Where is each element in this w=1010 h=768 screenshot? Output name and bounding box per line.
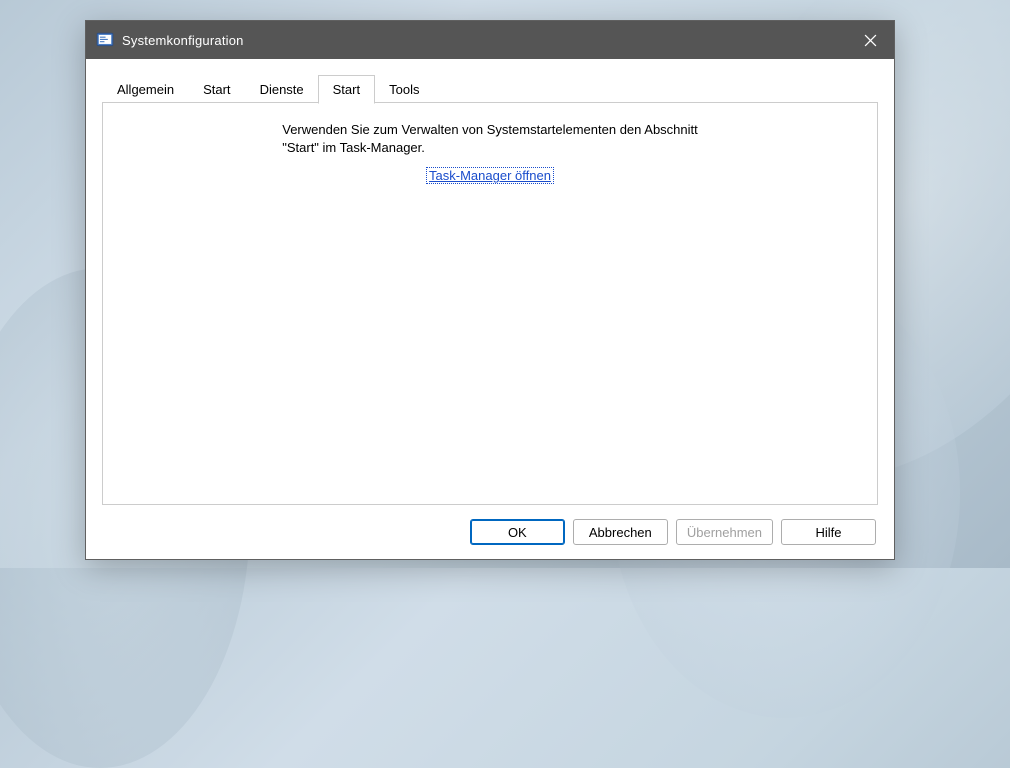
tab-boot[interactable]: Start bbox=[188, 75, 245, 103]
close-button[interactable] bbox=[846, 21, 894, 59]
dialog-button-bar: OK Abbrechen Übernehmen Hilfe bbox=[86, 505, 894, 559]
help-button[interactable]: Hilfe bbox=[781, 519, 876, 545]
system-config-dialog: Systemkonfiguration Allgemein Start Dien… bbox=[85, 20, 895, 560]
tab-content-container: Verwenden Sie zum Verwalten von Systemst… bbox=[102, 102, 878, 505]
tab-startup[interactable]: Start bbox=[318, 75, 375, 104]
cancel-button[interactable]: Abbrechen bbox=[573, 519, 668, 545]
startup-message-line1: Verwenden Sie zum Verwalten von Systemst… bbox=[282, 122, 698, 137]
titlebar: Systemkonfiguration bbox=[86, 21, 894, 59]
apply-button[interactable]: Übernehmen bbox=[676, 519, 773, 545]
close-icon bbox=[864, 34, 877, 47]
startup-message: Verwenden Sie zum Verwalten von Systemst… bbox=[282, 121, 698, 157]
startup-message-line2: "Start" im Task-Manager. bbox=[282, 140, 425, 155]
open-task-manager-link[interactable]: Task-Manager öffnen bbox=[426, 167, 554, 184]
tab-services[interactable]: Dienste bbox=[245, 75, 319, 103]
link-wrapper: Task-Manager öffnen bbox=[127, 167, 853, 184]
ok-button[interactable]: OK bbox=[470, 519, 565, 545]
msconfig-icon bbox=[96, 31, 114, 49]
window-title: Systemkonfiguration bbox=[122, 33, 846, 48]
tab-strip: Allgemein Start Dienste Start Tools bbox=[86, 59, 894, 103]
tab-general[interactable]: Allgemein bbox=[102, 75, 189, 103]
startup-tab-content: Verwenden Sie zum Verwalten von Systemst… bbox=[103, 102, 877, 504]
tab-tools[interactable]: Tools bbox=[374, 75, 434, 103]
